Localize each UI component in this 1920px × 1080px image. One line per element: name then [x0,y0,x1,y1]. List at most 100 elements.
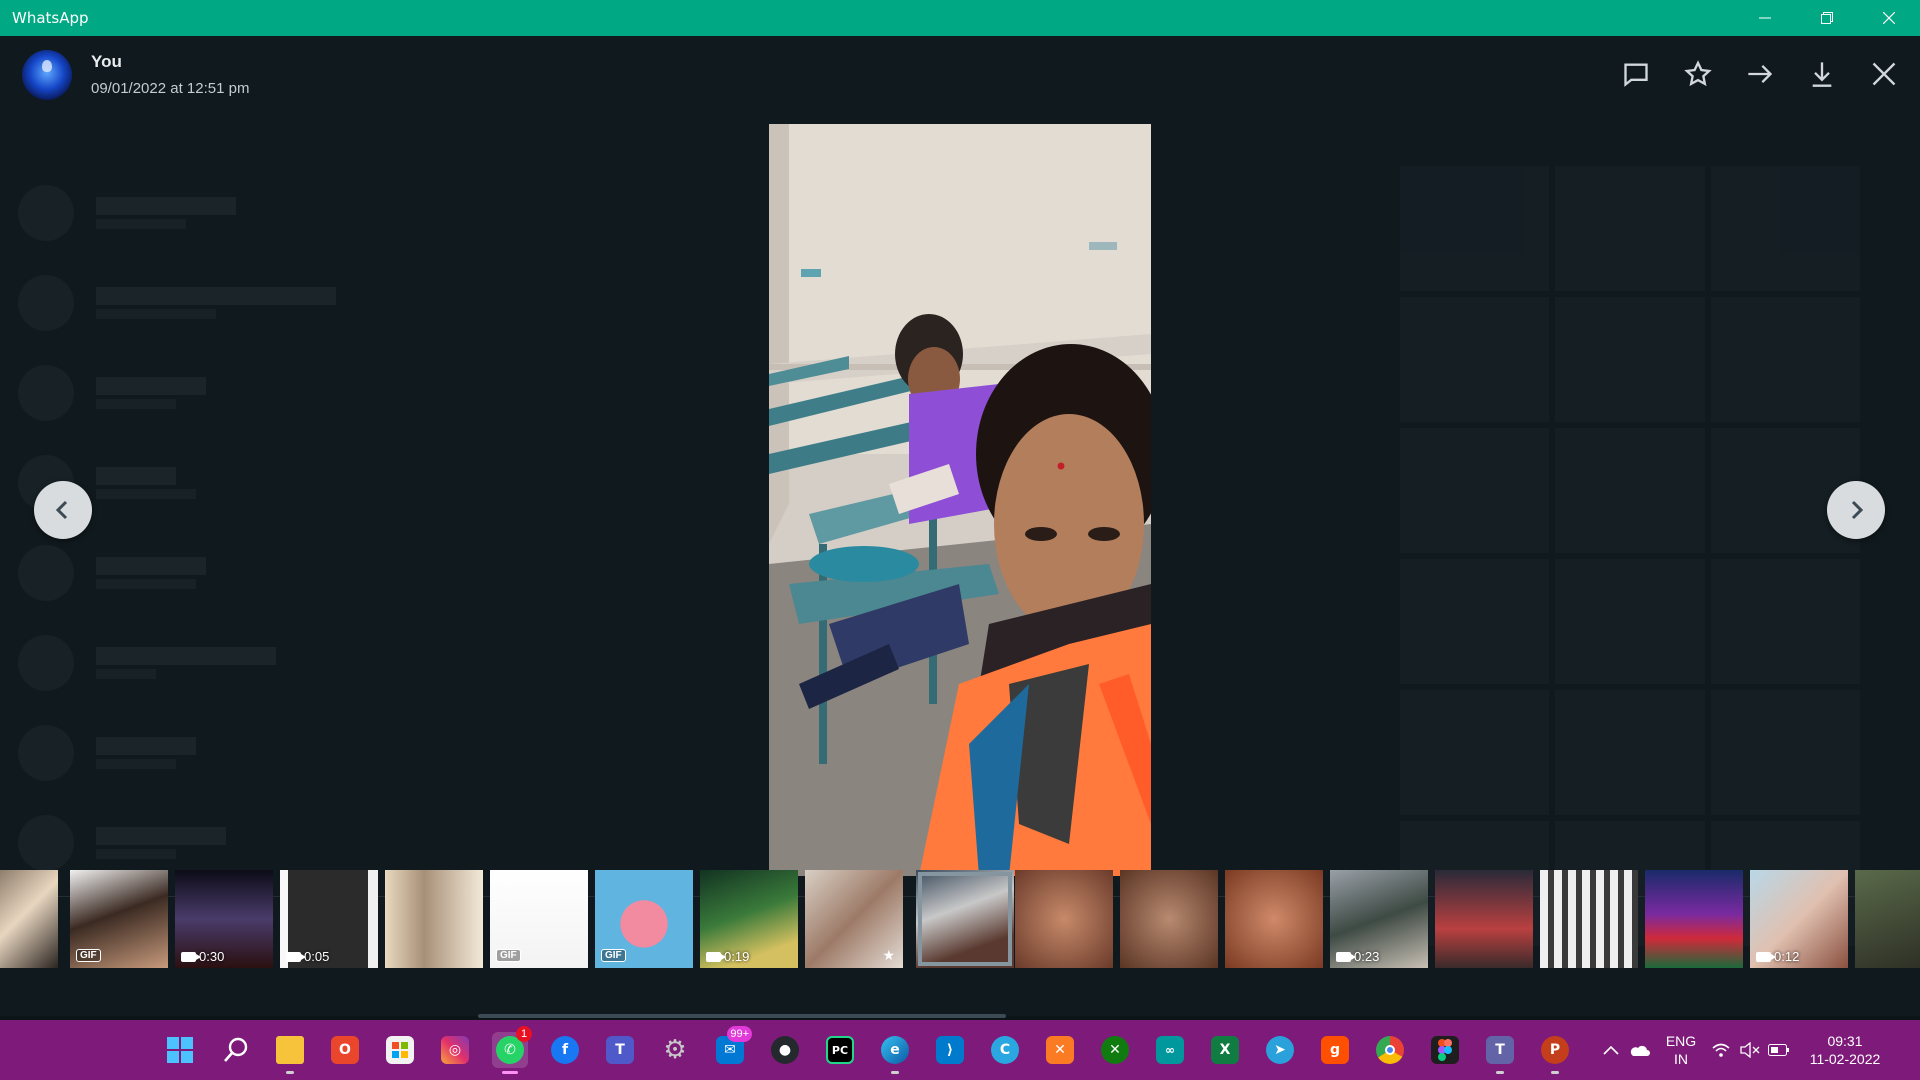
github-icon: ● [771,1036,799,1064]
video-duration-badge: 0:23 [1336,949,1379,964]
minimize-button[interactable] [1734,0,1796,36]
thumbnail[interactable] [1435,870,1533,968]
facebook-icon: f [551,1036,579,1064]
sender-name: You [91,52,122,71]
video-duration-badge: 0:30 [181,949,224,964]
thumbnail[interactable] [0,870,58,968]
thumbnail[interactable] [1645,870,1743,968]
main-photo [769,124,1151,876]
media-viewer: You 09/01/2022 at 12:51 pm [0,36,1920,1016]
bg-chat-row [18,626,448,700]
gif-badge: GIF [496,949,521,962]
powerpoint-icon: P [1541,1036,1569,1064]
file-explorer-button[interactable] [272,1032,308,1074]
thumbnail-selected[interactable] [916,870,1014,968]
battery-icon[interactable] [1764,1044,1794,1056]
app-g-icon: g [1321,1036,1349,1064]
store-button[interactable] [382,1032,418,1068]
figma-button[interactable] [1427,1032,1463,1068]
restore-icon [1821,12,1833,24]
xampp-button[interactable]: ✕ [1042,1032,1078,1068]
language-code: ENG [1665,1033,1697,1049]
edge-button[interactable]: e [877,1032,913,1074]
facebook-button[interactable]: f [547,1032,583,1068]
star-button[interactable] [1680,56,1716,92]
xbox-button[interactable]: ✕ [1097,1032,1133,1068]
restore-button[interactable] [1796,0,1858,36]
thumbnail[interactable]: GIF [70,870,168,968]
office-button[interactable]: O [327,1032,363,1068]
thumbnail[interactable]: 0:23 [1330,870,1428,968]
excel-icon: X [1211,1036,1239,1064]
onedrive-icon[interactable] [1622,1043,1656,1057]
video-camera-icon [1336,951,1356,962]
canva-icon: C [991,1036,1019,1064]
forward-icon [1748,65,1773,83]
whatsapp-taskbar-button[interactable]: ✆ 1 [492,1026,532,1074]
thumbnail[interactable] [1855,870,1920,968]
close-window-button[interactable] [1858,0,1920,36]
reply-icon [1624,63,1648,87]
photo-illustration [769,124,1151,876]
thumbnail[interactable] [1015,870,1113,968]
canva-button[interactable]: C [987,1032,1023,1068]
message-timestamp: 09/01/2022 at 12:51 pm [91,80,250,97]
gif-badge: GIF [76,949,101,962]
chevron-left-icon [55,500,68,520]
mail-button[interactable]: ✉ 99+ [712,1026,752,1068]
video-camera-icon [181,951,201,962]
forward-button[interactable] [1742,56,1778,92]
chevron-up-icon[interactable] [1600,1045,1622,1055]
clock-time: 09:31 [1827,1033,1863,1049]
excel-button[interactable]: X [1207,1032,1243,1068]
teams-chat-button[interactable]: T [1482,1032,1518,1074]
grammarly-button[interactable]: g [1317,1032,1353,1068]
start-button[interactable] [162,1032,198,1068]
github-button[interactable]: ● [767,1032,803,1068]
thumbnail[interactable]: 0:12 [1750,870,1848,968]
vscode-button[interactable]: ⟩ [932,1032,968,1068]
instagram-button[interactable]: ◎ [437,1032,473,1068]
search-button[interactable] [218,1032,254,1068]
thumbnail[interactable]: ★ [805,870,903,968]
thumbnail[interactable]: GIF [595,870,693,968]
chrome-icon [1376,1036,1404,1064]
thumbnail[interactable]: 0:30 [175,870,273,968]
settings-button[interactable]: ⚙ [657,1032,693,1068]
gear-icon: ⚙ [663,1035,687,1065]
avatar[interactable] [22,50,72,100]
close-icon [1872,62,1896,86]
minimize-icon [1759,17,1771,19]
arduino-icon: ∞ [1156,1036,1184,1064]
video-camera-icon [706,951,726,962]
thumbnail[interactable]: 0:05 [280,870,378,968]
thumbnail[interactable]: GIF [490,870,588,968]
figma-icon [1431,1036,1459,1064]
telegram-button[interactable]: ➤ [1262,1032,1298,1068]
chrome-button[interactable] [1372,1032,1408,1068]
clock[interactable]: 09:31 11-02-2022 [1800,1032,1890,1068]
close-viewer-button[interactable] [1866,56,1902,92]
thumbnail[interactable] [1120,870,1218,968]
thumbnail[interactable] [385,870,483,968]
download-button[interactable] [1804,56,1840,92]
media-header: You 09/01/2022 at 12:51 pm [0,36,1920,112]
arduino-button[interactable]: ∞ [1152,1032,1188,1068]
next-media-button[interactable] [1827,481,1885,539]
powerpoint-button[interactable]: P [1537,1032,1573,1074]
thumbnail[interactable]: 0:19 [700,870,798,968]
thumbnail[interactable] [1225,870,1323,968]
language-indicator[interactable]: ENG IN [1656,1032,1706,1068]
windows-icon [167,1037,193,1063]
thumbnail[interactable] [1540,870,1638,968]
reply-button[interactable] [1618,56,1654,92]
folder-icon [276,1036,304,1064]
wifi-icon[interactable] [1706,1043,1736,1057]
pycharm-button[interactable]: PC [822,1032,858,1068]
chevron-right-icon [1851,500,1864,520]
teams-button[interactable]: T [602,1032,638,1068]
bg-chat-row [18,716,448,790]
volume-muted-icon[interactable] [1736,1042,1764,1058]
previous-media-button[interactable] [34,481,92,539]
thumbnail-scrollbar[interactable] [478,1014,1006,1018]
